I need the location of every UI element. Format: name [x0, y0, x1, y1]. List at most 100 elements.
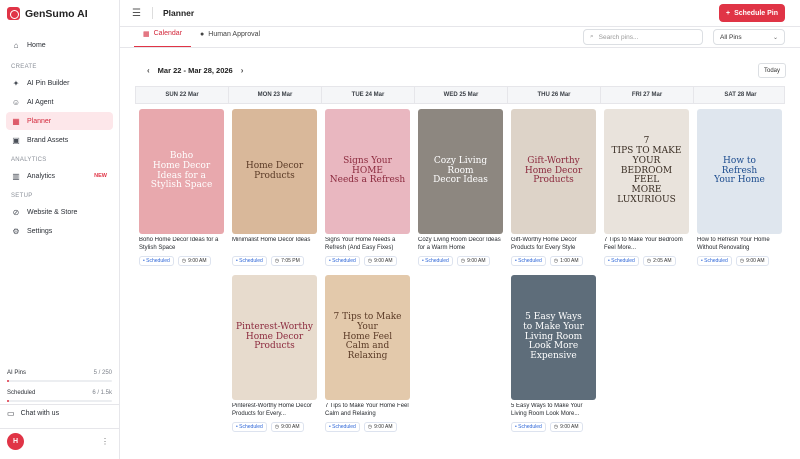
pin-image[interactable]: Pinterest-Worthy Home Decor Products	[232, 275, 317, 400]
pin-image[interactable]: Signs Your HOME Needs a Refresh	[325, 109, 410, 234]
pin-card[interactable]: Signs Your HOME Needs a Refresh Signs You…	[325, 109, 410, 266]
avatar[interactable]: H	[7, 433, 24, 450]
image-icon: ▣	[12, 135, 20, 145]
time-badge: ◷ 9:00 AM	[549, 422, 583, 432]
pin-image[interactable]: 7 TIPS TO MAKE YOUR BEDROOM FEEL MORE LU…	[604, 109, 689, 234]
pin-card[interactable]: Gift-Worthy Home Decor Products Gift-Wort…	[511, 109, 596, 266]
sidebar-item-analytics[interactable]: ▥ Analytics NEW	[6, 167, 113, 185]
today-button[interactable]: Today	[758, 63, 786, 78]
view-tabs: ▦ Calendar ● Human Approval ⌕ Search pin…	[120, 27, 800, 48]
scheduled-bar	[7, 400, 112, 402]
sidebar-section-analytics: ANALYTICS	[11, 157, 47, 163]
clock-icon: ◷	[367, 258, 373, 264]
time-badge: ◷ 2:05 AM	[642, 256, 676, 266]
chevron-left-icon[interactable]: ‹	[147, 66, 150, 75]
menu-icon[interactable]: ☰	[132, 8, 144, 19]
chevron-right-icon[interactable]: ›	[241, 66, 244, 75]
pin-image-text: 5 Easy Ways to Make Your Living Room Loo…	[523, 311, 584, 362]
clock-icon: ◷	[367, 424, 373, 430]
pin-card[interactable]: Cozy Living Room Decor Ideas Cozy Living …	[418, 109, 503, 266]
more-options-icon[interactable]: ⋮	[101, 437, 109, 446]
tab-calendar[interactable]: ▦ Calendar	[134, 26, 192, 47]
calendar-icon: ▦	[12, 116, 20, 126]
ai-pins-usage: AI Pins 5 / 250	[7, 370, 112, 376]
scheduled-bar-fill	[7, 400, 10, 402]
brand[interactable]: GenSumo AI	[0, 0, 119, 27]
sidebar-item-ai-agent[interactable]: ☺ AI Agent	[6, 93, 113, 111]
pin-image-text: Cozy Living Room Decor Ideas	[433, 155, 488, 186]
search-input[interactable]: ⌕ Search pins...	[583, 29, 703, 45]
divider	[0, 404, 119, 405]
pin-image-text: Gift-Worthy Home Decor Products	[524, 155, 583, 186]
pin-filter-select[interactable]: All Pins ⌄	[713, 29, 785, 45]
pin-image[interactable]: Home Decor Products	[232, 109, 317, 234]
pin-card[interactable]: Boho Home Decor Ideas for a Stylish Spac…	[139, 109, 224, 266]
sidebar-item-brand-assets[interactable]: ▣ Brand Assets	[6, 131, 113, 149]
pin-image[interactable]: Boho Home Decor Ideas for a Stylish Spac…	[139, 109, 224, 234]
status-badge: • Scheduled	[511, 256, 546, 266]
sidebar-item-home[interactable]: ⌂ Home	[6, 36, 113, 54]
day-header: THU 26 Mar	[508, 87, 601, 104]
sidebar-item-planner[interactable]: ▦ Planner	[6, 112, 113, 130]
pin-image[interactable]: Gift-Worthy Home Decor Products	[511, 109, 596, 234]
clock-icon: ◷	[553, 424, 559, 430]
status-badge: • Scheduled	[604, 256, 639, 266]
status-badge: • Scheduled	[697, 256, 732, 266]
brand-name: GenSumo AI	[25, 7, 88, 20]
pin-time: 9:00 AM	[467, 258, 486, 264]
pin-card[interactable]: How to Refresh Your Home How to Refresh Y…	[697, 109, 782, 266]
search-icon: ⌕	[590, 33, 594, 40]
pin-card[interactable]: 7 TIPS TO MAKE YOUR BEDROOM FEEL MORE LU…	[604, 109, 689, 266]
chat-with-us[interactable]: ▭ Chat with us	[0, 409, 119, 418]
pin-title: How to Refresh Your Home Without Renovat…	[697, 237, 770, 251]
day-header: WED 25 Mar	[415, 87, 508, 104]
pin-time: 9:00 AM	[746, 258, 765, 264]
sidebar-item-ai-pin-builder[interactable]: ✦ AI Pin Builder	[6, 74, 113, 92]
pin-image[interactable]: 7 Tips to Make Your Home Feel Calm and R…	[325, 275, 410, 400]
pin-meta: • Scheduled ◷ 9:00 AM	[325, 422, 410, 432]
pin-image[interactable]: Cozy Living Room Decor Ideas	[418, 109, 503, 234]
pin-image[interactable]: 5 Easy Ways to Make Your Living Room Loo…	[511, 275, 596, 400]
pin-time: 9:00 AM	[560, 424, 579, 430]
pin-title: Pinterest-Worthy Home Decor Products for…	[232, 403, 312, 417]
pin-card[interactable]: Pinterest-Worthy Home Decor Products Pint…	[232, 275, 317, 432]
sidebar-item-label: Settings	[27, 227, 53, 235]
schedule-pin-button[interactable]: + Schedule Pin	[719, 4, 785, 22]
pin-image-text: Signs Your HOME Needs a Refresh	[329, 155, 406, 186]
clock-icon: ◷	[274, 258, 280, 264]
pin-meta: • Scheduled ◷ 9:00 AM	[511, 422, 596, 432]
date-range-label: Mar 22 - Mar 28, 2026	[157, 66, 233, 75]
sidebar-section-setup: SETUP	[11, 193, 33, 199]
pin-card[interactable]: 7 Tips to Make Your Home Feel Calm and R…	[325, 275, 410, 432]
pin-image[interactable]: How to Refresh Your Home	[697, 109, 782, 234]
time-badge: ◷ 9:00 AM	[363, 256, 397, 266]
pin-card[interactable]: 5 Easy Ways to Make Your Living Room Loo…	[511, 275, 596, 432]
time-badge: ◷ 9:00 AM	[363, 422, 397, 432]
pin-title: 7 Tips to Make Your Bedroom Feel More...	[604, 237, 683, 251]
tab-human-approval[interactable]: ● Human Approval	[191, 26, 269, 47]
clock-icon: ◷	[646, 258, 652, 264]
sidebar: GenSumo AI ⌂ Home CREATE ✦ AI Pin Builde…	[0, 0, 120, 459]
pin-image-text: Home Decor Products	[245, 160, 304, 181]
pin-time: 7:05 PM	[281, 258, 300, 264]
pin-meta: • Scheduled ◷ 9:00 AM	[325, 256, 410, 266]
calendar-icon: ▦	[143, 30, 150, 38]
pin-meta: • Scheduled ◷ 9:00 AM	[418, 256, 503, 266]
pin-card[interactable]: Home Decor Products Minimalist Home Decor…	[232, 109, 317, 266]
sidebar-item-website-store[interactable]: ⊘ Website & Store	[6, 203, 113, 221]
pin-title: 7 Tips to Make Your Home Feel Calm and R…	[325, 403, 409, 417]
pin-time: 1:00 AM	[560, 258, 579, 264]
sidebar-item-settings[interactable]: ⚙ Settings	[6, 222, 113, 240]
status-badge: • Scheduled	[418, 256, 453, 266]
ai-pins-label: AI Pins	[7, 370, 27, 376]
ai-pins-bar-fill	[7, 380, 10, 382]
tab-label: Calendar	[153, 30, 183, 37]
ai-pins-bar	[7, 380, 112, 382]
pin-meta: • Scheduled ◷ 1:00 AM	[511, 256, 596, 266]
home-icon: ⌂	[13, 40, 19, 50]
gear-icon: ⚙	[12, 226, 20, 236]
pin-meta: • Scheduled ◷ 9:00 AM	[697, 256, 782, 266]
pin-meta: • Scheduled ◷ 9:00 AM	[232, 422, 317, 432]
day-header: TUE 24 Mar	[322, 87, 415, 104]
pin-title: Gift-Worthy Home Decor Products for Ever…	[511, 237, 577, 251]
